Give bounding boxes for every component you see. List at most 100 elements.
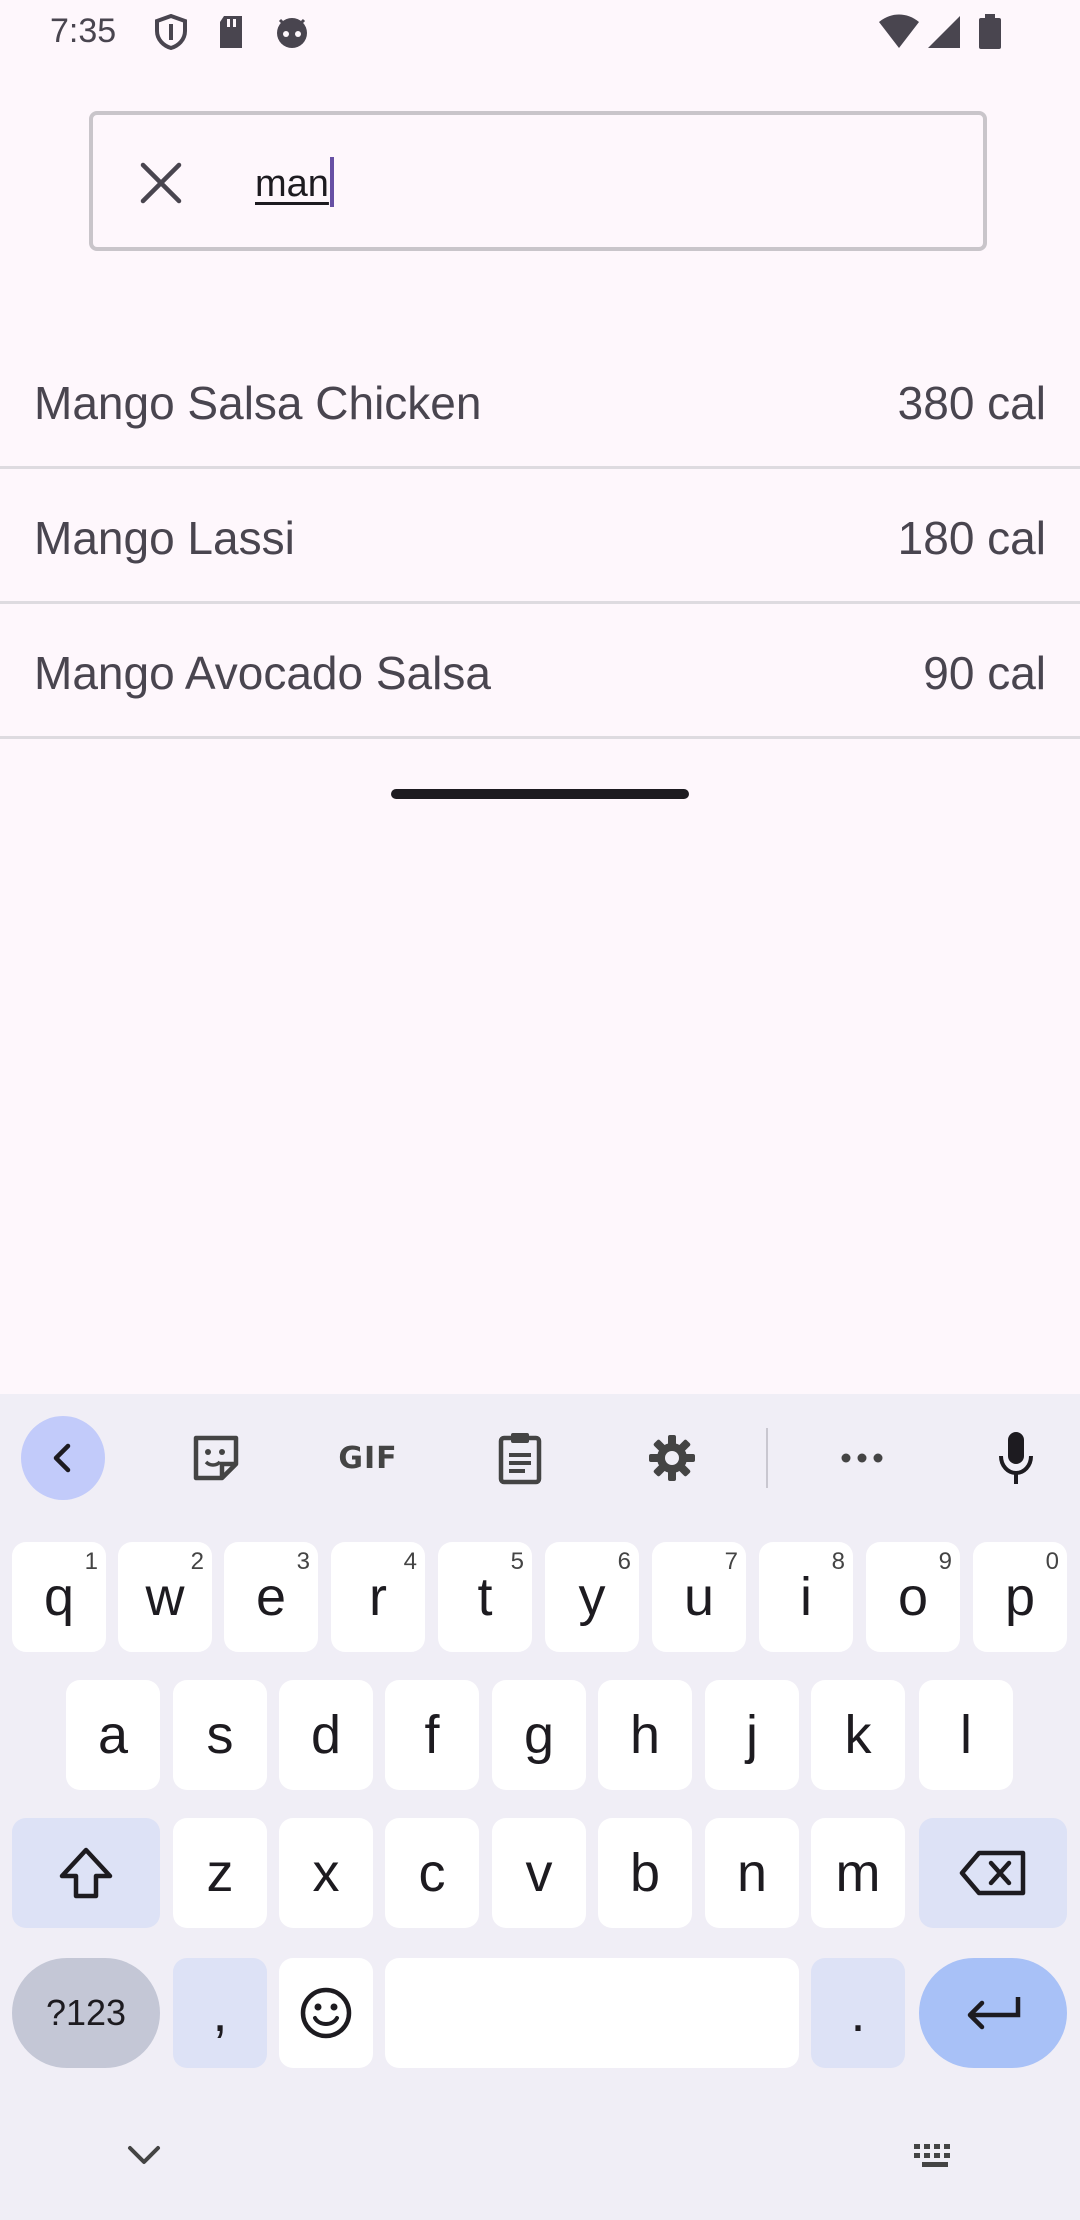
- symbols-key[interactable]: ?123: [12, 1958, 160, 2068]
- key-label: f: [424, 1705, 440, 1765]
- key-a[interactable]: a: [66, 1680, 160, 1790]
- key-y[interactable]: y6: [545, 1542, 639, 1652]
- clipboard-icon: [498, 1433, 542, 1485]
- key-v[interactable]: v: [492, 1818, 586, 1928]
- toolbar-divider: [766, 1428, 768, 1488]
- key-h[interactable]: h: [598, 1680, 692, 1790]
- space-key[interactable]: [385, 1958, 799, 2068]
- key-label: o: [897, 1567, 929, 1627]
- hide-keyboard-button[interactable]: [126, 2144, 162, 2171]
- gif-label: GIF: [338, 1440, 398, 1476]
- enter-arrow-icon: [967, 1997, 1021, 2030]
- home-indicator[interactable]: [391, 789, 689, 799]
- key-hint: 7: [724, 1548, 738, 1575]
- key-label: i: [800, 1567, 812, 1627]
- results-list: Mango Salsa Chicken 380 cal Mango Lassi …: [0, 334, 1080, 739]
- key-i[interactable]: i8: [759, 1542, 853, 1652]
- key-z[interactable]: z: [173, 1818, 267, 1928]
- key-label: x: [312, 1843, 340, 1903]
- enter-key[interactable]: [919, 1958, 1067, 2068]
- key-label: w: [145, 1567, 185, 1627]
- list-item[interactable]: Mango Lassi 180 cal: [0, 469, 1080, 604]
- key-label: ,: [212, 1983, 228, 2043]
- clipboard-button[interactable]: [478, 1416, 562, 1500]
- key-label: c: [418, 1843, 446, 1903]
- key-n[interactable]: n: [705, 1818, 799, 1928]
- key-m[interactable]: m: [811, 1818, 905, 1928]
- search-input[interactable]: man: [255, 157, 334, 211]
- wifi-icon: [878, 14, 920, 55]
- key-hint: 0: [1045, 1548, 1059, 1575]
- period-key[interactable]: .: [811, 1958, 905, 2068]
- key-label: k: [844, 1705, 872, 1765]
- more-horizontal-icon: [841, 1453, 883, 1463]
- symbols-label: ?123: [45, 1992, 127, 2033]
- key-label: r: [369, 1567, 387, 1627]
- gear-icon: [649, 1435, 695, 1481]
- key-label: p: [1004, 1567, 1036, 1627]
- food-name: Mango Salsa Chicken: [34, 377, 482, 429]
- comma-key[interactable]: ,: [173, 1958, 267, 2068]
- key-label: m: [835, 1843, 881, 1903]
- key-w[interactable]: w2: [118, 1542, 212, 1652]
- search-input-value: man: [255, 163, 329, 206]
- list-item[interactable]: Mango Avocado Salsa 90 cal: [0, 604, 1080, 739]
- voice-input-button[interactable]: [974, 1416, 1058, 1500]
- key-e[interactable]: e3: [224, 1542, 318, 1652]
- key-c[interactable]: c: [385, 1818, 479, 1928]
- backspace-icon: [959, 1850, 1026, 1896]
- shift-key[interactable]: [12, 1818, 160, 1928]
- keyboard-bottom-bar: [0, 2100, 1080, 2220]
- key-label: s: [206, 1705, 234, 1765]
- key-label: q: [43, 1567, 75, 1627]
- key-l[interactable]: l: [919, 1680, 1013, 1790]
- sd-card-icon: [216, 14, 246, 55]
- key-label: t: [477, 1567, 493, 1627]
- gif-button[interactable]: GIF: [326, 1416, 410, 1500]
- key-label: a: [97, 1705, 129, 1765]
- settings-button[interactable]: [630, 1416, 714, 1500]
- text-cursor: [329, 157, 334, 207]
- key-label: d: [310, 1705, 342, 1765]
- key-s[interactable]: s: [173, 1680, 267, 1790]
- key-q[interactable]: q1: [12, 1542, 106, 1652]
- key-o[interactable]: o9: [866, 1542, 960, 1652]
- keyboard-switch-button[interactable]: [912, 2142, 958, 2175]
- emoji-key[interactable]: [279, 1958, 373, 2068]
- key-label: l: [960, 1705, 972, 1765]
- key-label: z: [206, 1843, 234, 1903]
- key-r[interactable]: r4: [331, 1542, 425, 1652]
- key-d[interactable]: d: [279, 1680, 373, 1790]
- key-p[interactable]: p0: [973, 1542, 1067, 1652]
- key-f[interactable]: f: [385, 1680, 479, 1790]
- more-options-button[interactable]: [820, 1416, 904, 1500]
- backspace-key[interactable]: [919, 1818, 1067, 1928]
- sticker-button[interactable]: [174, 1416, 258, 1500]
- chevron-left-icon: [53, 1443, 71, 1473]
- key-hint: 6: [617, 1548, 631, 1575]
- key-k[interactable]: k: [811, 1680, 905, 1790]
- food-name: Mango Avocado Salsa: [34, 647, 491, 699]
- key-label: y: [578, 1567, 606, 1627]
- soft-keyboard: GIF q1 w2 e3 r4 t5 y6 u7 i8 o9 p0 a s d …: [0, 1394, 1080, 2220]
- key-x[interactable]: x: [279, 1818, 373, 1928]
- key-t[interactable]: t5: [438, 1542, 532, 1652]
- key-u[interactable]: u7: [652, 1542, 746, 1652]
- clear-search-button[interactable]: [129, 151, 193, 215]
- key-j[interactable]: j: [705, 1680, 799, 1790]
- search-field[interactable]: man: [89, 111, 987, 251]
- cell-signal-icon: [926, 14, 962, 55]
- key-hint: 3: [296, 1548, 310, 1575]
- key-b[interactable]: b: [598, 1818, 692, 1928]
- key-label: g: [523, 1705, 555, 1765]
- food-calories: 380 cal: [897, 377, 1046, 429]
- key-hint: 4: [403, 1548, 417, 1575]
- microphone-icon: [999, 1432, 1033, 1484]
- list-item[interactable]: Mango Salsa Chicken 380 cal: [0, 334, 1080, 469]
- toolbar-back-button[interactable]: [21, 1416, 105, 1500]
- key-label: h: [629, 1705, 661, 1765]
- key-label: n: [736, 1843, 768, 1903]
- key-hint: 5: [510, 1548, 524, 1575]
- key-g[interactable]: g: [492, 1680, 586, 1790]
- android-face-icon: [274, 14, 310, 55]
